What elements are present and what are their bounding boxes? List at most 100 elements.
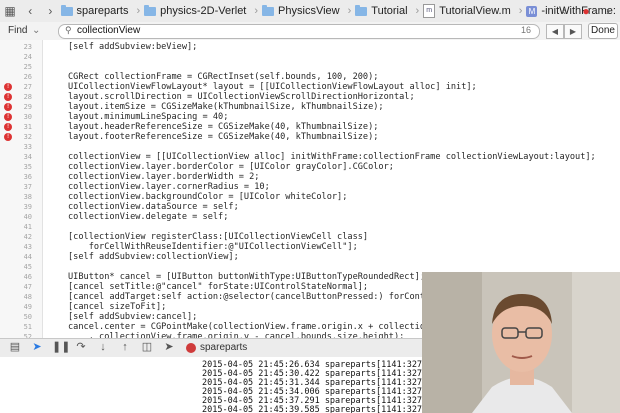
code-line[interactable]: 33 (0, 142, 620, 152)
crumb-file[interactable]: m TutorialView.m (423, 4, 511, 18)
step-in-icon[interactable]: ↓ (96, 341, 110, 354)
find-next-button[interactable]: ▶ (564, 24, 582, 39)
code-text: layout.footerReferenceSize = CGSizeMake(… (68, 132, 379, 142)
code-line[interactable]: 29! layout.itemSize = CGSizeMake(kThumbna… (0, 102, 620, 112)
code-line[interactable]: 35 collectionView.layer.borderColor = [UI… (0, 162, 620, 172)
line-number: 44 (23, 253, 32, 261)
process-target[interactable]: spareparts (186, 342, 247, 353)
code-line[interactable]: 42 [collectionView registerClass:[UIColle… (0, 232, 620, 242)
chevron-down-icon[interactable]: ⌄ (32, 25, 40, 36)
code-line[interactable]: 41 (0, 222, 620, 232)
folder-icon (262, 4, 275, 16)
crumb-group-3-label: Tutorial (371, 5, 408, 17)
code-text: forCellWithReuseIdentifier:@"UICollectio… (68, 242, 358, 252)
code-line[interactable]: 25 (0, 62, 620, 72)
code-text: collectionView.backgroundColor = [UIColo… (68, 192, 348, 202)
breakpoints-toggle-icon[interactable]: ➤ (30, 341, 44, 354)
code-line[interactable]: 36 collectionView.layer.borderWidth = 2; (0, 172, 620, 182)
find-input[interactable]: ⚲ collectionView 16 (58, 24, 540, 39)
find-previous-button[interactable]: ◀ (546, 24, 564, 39)
code-text: collectionView.delegate = self; (68, 212, 229, 222)
code-line[interactable]: 32! layout.footerReferenceSize = CGSizeMa… (0, 132, 620, 142)
find-mode-label[interactable]: Find (8, 25, 27, 36)
presenter-video (422, 272, 620, 413)
match-count: 16 (520, 25, 531, 35)
location-icon[interactable]: ➤ (162, 341, 176, 354)
crumb-group-2[interactable]: PhysicsView (262, 4, 340, 17)
line-number: 34 (23, 153, 32, 161)
code-line[interactable]: 34 collectionView = [[UICollectionView al… (0, 152, 620, 162)
error-icon[interactable]: ! (4, 83, 12, 91)
chevron-right-icon: › (254, 5, 259, 17)
code-text: layout.headerReferenceSize = CGSizeMake(… (68, 122, 379, 132)
line-number: 38 (23, 193, 32, 201)
code-text: layout.scrollDirection = UICollectionVie… (68, 92, 415, 102)
method-icon: M (526, 5, 538, 17)
code-text: layout.minimumLineSpacing = 40; (68, 112, 229, 122)
code-line[interactable]: 27! UICollectionViewFlowLayout* layout = … (0, 82, 620, 92)
code-text: collectionView = [[UICollectionView allo… (68, 152, 596, 162)
hide-debug-area-icon[interactable]: ▤ (8, 341, 22, 354)
code-text: [cancel setTitle:@"cancel" forState:UICo… (68, 282, 369, 292)
code-line[interactable]: 40 collectionView.delegate = self; (0, 212, 620, 222)
code-text: [collectionView registerClass:[UICollect… (68, 232, 369, 242)
variables-view[interactable] (0, 357, 197, 413)
code-line[interactable]: 23 [self addSubview:beView]; (0, 42, 620, 52)
code-text: collectionView.layer.borderColor = [UICo… (68, 162, 394, 172)
code-text: layout.itemSize = CGSizeMake(kThumbnailS… (68, 102, 384, 112)
pause-icon[interactable]: ❚❚ (52, 341, 70, 354)
code-text: UICollectionViewFlowLayout* layout = [[U… (68, 82, 477, 92)
crumb-group-1[interactable]: physics-2D-Verlet (144, 4, 246, 17)
code-line[interactable]: 44 [self addSubview:collectionView]; (0, 252, 620, 262)
project-icon (60, 4, 73, 16)
line-number: 26 (23, 73, 32, 81)
error-icon[interactable]: ! (4, 133, 12, 141)
done-button[interactable]: Done (588, 23, 618, 39)
code-line[interactable]: 30! layout.minimumLineSpacing = 40; (0, 112, 620, 122)
line-number: 47 (23, 283, 32, 291)
code-line[interactable]: 39 collectionView.dataSource = self; (0, 202, 620, 212)
crumb-group-3[interactable]: Tutorial (355, 4, 408, 17)
app-icon (186, 342, 196, 353)
error-icon[interactable]: ! (4, 123, 12, 131)
error-icon[interactable]: ! (4, 103, 12, 111)
forward-arrow-icon[interactable]: › (40, 4, 60, 18)
code-text: [self addSubview:collectionView]; (68, 252, 239, 262)
line-number: 42 (23, 233, 32, 241)
line-number: 40 (23, 213, 32, 221)
error-icon[interactable]: ! (4, 113, 12, 121)
code-line[interactable]: 38 collectionView.backgroundColor = [UICo… (0, 192, 620, 202)
line-number: 33 (23, 143, 32, 151)
code-line[interactable]: 26 CGRect collectionFrame = CGRectInset(s… (0, 72, 620, 82)
folder-icon (144, 4, 157, 16)
line-number: 39 (23, 203, 32, 211)
line-number: 36 (23, 173, 32, 181)
crumb-project[interactable]: spareparts (60, 4, 129, 17)
code-line[interactable]: 45 (0, 262, 620, 272)
error-icon[interactable]: ! (4, 93, 12, 101)
chevron-right-icon: › (136, 5, 141, 17)
webcam-overlay (422, 272, 620, 413)
chevron-right-icon: › (347, 5, 352, 17)
line-number: 23 (23, 43, 32, 51)
code-line[interactable]: 28! layout.scrollDirection = UICollection… (0, 92, 620, 102)
line-number: 25 (23, 63, 32, 71)
code-text: collectionView.layer.borderWidth = 2; (68, 172, 260, 182)
code-text: [cancel sizeToFit]; (68, 302, 167, 312)
line-number: 45 (23, 263, 32, 271)
back-arrow-icon[interactable]: ‹ (20, 4, 40, 18)
jump-bar: ▦ ‹ › spareparts › physics-2D-Verlet › P… (0, 0, 620, 23)
code-line[interactable]: 24 (0, 52, 620, 62)
warning-nav-back-icon[interactable]: ‹ (556, 3, 572, 19)
step-out-icon[interactable]: ↑ (118, 341, 132, 354)
code-line[interactable]: 37 collectionView.layer.cornerRadius = 10… (0, 182, 620, 192)
line-number: 49 (23, 303, 32, 311)
step-over-icon[interactable]: ↷ (74, 341, 88, 354)
view-hierarchy-icon[interactable]: ◫ (140, 341, 154, 354)
warning-nav-forward-icon[interactable]: › (600, 3, 616, 19)
issue-indicator-icon[interactable]: ● (578, 3, 594, 19)
find-bar: Find ⌄ ⚲ collectionView 16 ◀ ▶ Done (0, 22, 620, 41)
related-items-icon[interactable]: ▦ (0, 4, 20, 18)
code-line[interactable]: 31! layout.headerReferenceSize = CGSizeMa… (0, 122, 620, 132)
code-line[interactable]: 43 forCellWithReuseIdentifier:@"UICollec… (0, 242, 620, 252)
